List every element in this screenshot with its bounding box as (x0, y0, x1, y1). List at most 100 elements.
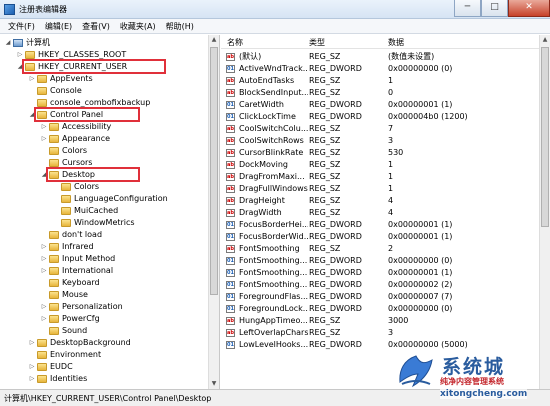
tree-node[interactable]: Mouse (40, 289, 88, 301)
folder-icon (37, 99, 47, 107)
expand-arrow-icon[interactable]: ▷ (28, 373, 36, 385)
expand-arrow-icon[interactable]: ▷ (40, 241, 48, 253)
tree-node[interactable]: Sound (40, 325, 87, 337)
column-type-header[interactable]: 类型 (309, 37, 325, 48)
tree-scroll-thumb[interactable] (210, 47, 218, 295)
folder-icon (49, 255, 59, 263)
tree-node[interactable]: MuiCached (52, 205, 118, 217)
minimize-button[interactable]: ─ (454, 0, 481, 17)
tree-node[interactable]: Colors (52, 181, 99, 193)
value-row[interactable]: ab (默认) REG_SZ (数值未设置) (221, 51, 539, 63)
value-row[interactable]: ab LeftOverlapChars REG_SZ 3 (221, 327, 539, 339)
watermark-url: xitongcheng.com (440, 389, 528, 399)
expand-arrow-icon[interactable]: ▷ (40, 253, 48, 265)
menu-favorites[interactable]: 收藏夹(A) (116, 19, 162, 33)
value-type: REG_DWORD (309, 280, 362, 289)
value-row[interactable]: 01 FontSmoothing... REG_DWORD 0x00000000 (0… (221, 255, 539, 267)
tree-node-label: International (62, 266, 114, 275)
tree-node[interactable]: LanguageConfiguration (52, 193, 168, 205)
tree-node[interactable]: ▷ EUDC (28, 361, 73, 373)
tree-node[interactable]: don't load (40, 229, 102, 241)
value-row[interactable]: 01 LowLevelHooks... REG_DWORD 0x00000000 (5… (221, 339, 539, 351)
expand-arrow-icon[interactable]: ▷ (40, 121, 48, 133)
value-row[interactable]: ab BlockSendInput... REG_SZ 0 (221, 87, 539, 99)
value-name: DragFullWindows (239, 184, 308, 193)
values-scrollbar[interactable]: ▲ (539, 35, 550, 389)
value-row[interactable]: ab DockMoving REG_SZ 1 (221, 159, 539, 171)
menu-edit[interactable]: 编辑(E) (41, 19, 78, 33)
value-row[interactable]: 01 FocusBorderWid... REG_DWORD 0x00000001 (… (221, 231, 539, 243)
tree-node-label: don't load (62, 230, 103, 239)
tree-node[interactable]: ▷ International (40, 265, 113, 277)
tree-node[interactable]: Colors (40, 145, 87, 157)
expand-arrow-icon[interactable]: ▷ (28, 337, 36, 349)
value-row[interactable]: 01 FontSmoothing... REG_DWORD 0x00000001 (1… (221, 267, 539, 279)
expand-arrow-icon[interactable]: ▷ (40, 313, 48, 325)
value-row[interactable]: 01 FocusBorderHei... REG_DWORD 0x00000001 (… (221, 219, 539, 231)
value-type: REG_SZ (309, 160, 341, 169)
value-row[interactable]: ab DragFromMaxi... REG_SZ 1 (221, 171, 539, 183)
value-row[interactable]: ab DragHeight REG_SZ 4 (221, 195, 539, 207)
tree-node[interactable]: ▷ Personalization (40, 301, 123, 313)
value-row[interactable]: 01 ForegroundLock... REG_DWORD 0x00000000 (… (221, 303, 539, 315)
value-name: CaretWidth (239, 100, 284, 109)
value-row[interactable]: ab HungAppTimeo... REG_SZ 3000 (221, 315, 539, 327)
menu-view[interactable]: 查看(V) (78, 19, 116, 33)
value-row[interactable]: ab CursorBlinkRate REG_SZ 530 (221, 147, 539, 159)
column-name-header[interactable]: 名称 (227, 37, 243, 48)
value-row[interactable]: 01 FontSmoothing... REG_DWORD 0x00000002 (2… (221, 279, 539, 291)
binary-value-icon: 01 (226, 65, 235, 73)
collapse-arrow-icon[interactable]: ◢ (4, 37, 12, 49)
maximize-button[interactable]: □ (481, 0, 508, 17)
value-row[interactable]: ab DragWidth REG_SZ 4 (221, 207, 539, 219)
values-scroll-thumb[interactable] (541, 47, 549, 227)
tree-scrollbar[interactable]: ▲ ▼ (208, 35, 219, 389)
menu-help[interactable]: 帮助(H) (162, 19, 200, 33)
value-row[interactable]: ab DragFullWindows REG_SZ 1 (221, 183, 539, 195)
scroll-down-arrow-icon[interactable]: ▼ (209, 379, 219, 389)
value-row[interactable]: 01 CaretWidth REG_DWORD 0x00000001 (1) (221, 99, 539, 111)
value-type: REG_DWORD (309, 232, 362, 241)
value-row[interactable]: 01 ActiveWndTrack... REG_DWORD 0x00000000 (… (221, 63, 539, 75)
tree-node[interactable]: Console (28, 85, 82, 97)
value-row[interactable]: ab CoolSwitchColu... REG_SZ 7 (221, 123, 539, 135)
tree-node[interactable]: ◢ 计算机 (4, 37, 50, 49)
expand-arrow-icon[interactable]: ▷ (40, 133, 48, 145)
value-row[interactable]: ab FontSmoothing REG_SZ 2 (221, 243, 539, 255)
tree-node[interactable]: Environment (28, 349, 101, 361)
close-button[interactable]: ✕ (508, 0, 550, 17)
tree-node[interactable]: Keyboard (40, 277, 100, 289)
value-name: FocusBorderWid... (239, 232, 308, 241)
tree-node[interactable]: ▷ PowerCfg (40, 313, 100, 325)
value-row[interactable]: ab AutoEndTasks REG_SZ 1 (221, 75, 539, 87)
scroll-up-arrow-icon[interactable]: ▲ (540, 35, 550, 45)
tree-node[interactable]: ▷ Accessibility (40, 121, 111, 133)
menu-file[interactable]: 文件(F) (4, 19, 41, 33)
value-row[interactable]: 01 ClickLockTime REG_DWORD 0x000004b0 (1200… (221, 111, 539, 123)
expand-arrow-icon[interactable]: ▷ (28, 361, 36, 373)
value-type: REG_SZ (309, 184, 341, 193)
column-data-header[interactable]: 数据 (388, 37, 404, 48)
tree-node[interactable]: ▷ AppEvents (28, 73, 93, 85)
expand-arrow-icon[interactable]: ▷ (28, 73, 36, 85)
expand-arrow-icon[interactable]: ▷ (40, 265, 48, 277)
value-data: 0x00000001 (1) (388, 100, 453, 109)
value-type: REG_SZ (309, 196, 341, 205)
value-row[interactable]: 01 ForegroundFlas... REG_DWORD 0x00000007 (… (221, 291, 539, 303)
title-bar: 注册表编辑器 ─ □ ✕ (0, 0, 550, 19)
value-name: DragHeight (239, 196, 285, 205)
tree-node[interactable]: ▷ DesktopBackground (28, 337, 131, 349)
folder-icon (37, 375, 47, 383)
tree-node[interactable]: WindowMetrics (52, 217, 135, 229)
scroll-up-arrow-icon[interactable]: ▲ (209, 35, 219, 45)
tree-node[interactable]: ▷ Appearance (40, 133, 110, 145)
value-data: 0x00000000 (0) (388, 256, 453, 265)
value-type: REG_SZ (309, 76, 341, 85)
value-row[interactable]: ab CoolSwitchRows REG_SZ 3 (221, 135, 539, 147)
tree-node[interactable]: ▷ Input Method (40, 253, 115, 265)
binary-value-icon: 01 (226, 233, 235, 241)
tree-node[interactable]: ▷ Identities (28, 373, 87, 385)
expand-arrow-icon[interactable]: ▷ (40, 301, 48, 313)
folder-icon (61, 183, 71, 191)
tree-node[interactable]: ▷ Infrared (40, 241, 94, 253)
